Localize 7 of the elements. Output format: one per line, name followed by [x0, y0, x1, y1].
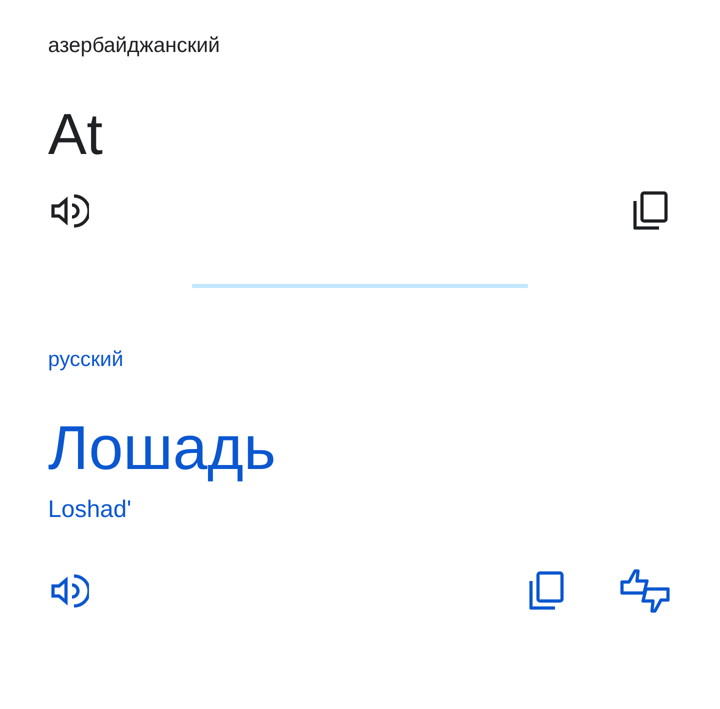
source-text: At: [48, 101, 104, 169]
target-language: русский: [48, 346, 124, 373]
translated-text: Лошадь: [48, 412, 277, 485]
source-language: азербайджанский: [48, 33, 221, 59]
drag-handle[interactable]: [192, 284, 528, 288]
feedback-icon[interactable]: [618, 568, 672, 614]
transliteration: Loshad': [48, 494, 132, 525]
